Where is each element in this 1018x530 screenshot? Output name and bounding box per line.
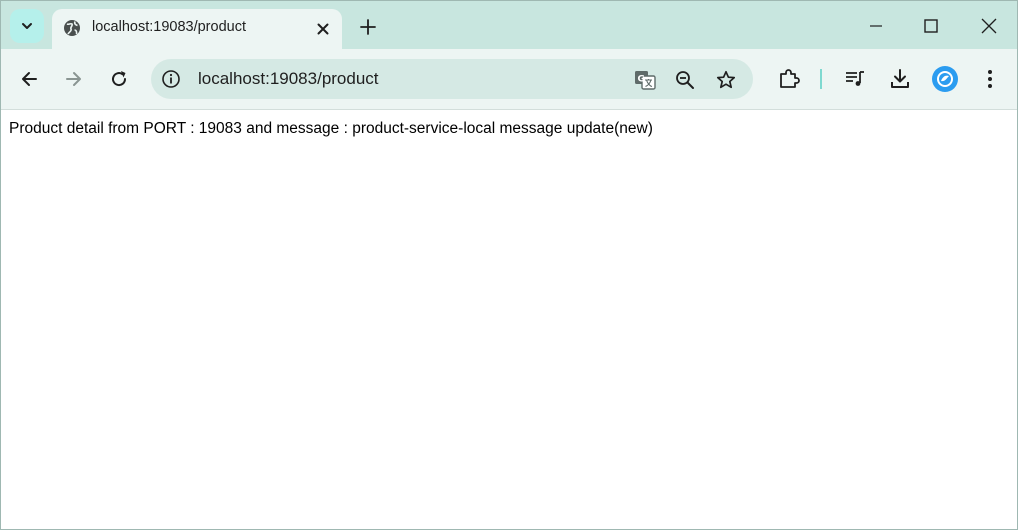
tab-close-button[interactable] bbox=[311, 17, 335, 41]
tab-strip: localhost:19083/product bbox=[1, 1, 1017, 49]
svg-text:G: G bbox=[638, 75, 645, 85]
close-icon bbox=[317, 23, 329, 35]
menu-button[interactable] bbox=[977, 66, 1003, 92]
address-bar[interactable]: localhost:19083/product G bbox=[151, 59, 753, 99]
product-detail-text: Product detail from PORT : 19083 and mes… bbox=[9, 120, 653, 137]
toolbar-divider bbox=[820, 69, 822, 89]
chevron-down-icon bbox=[20, 19, 34, 33]
arrow-right-icon bbox=[66, 72, 81, 86]
zoom-out-icon[interactable] bbox=[673, 68, 697, 92]
window-close-button[interactable] bbox=[974, 11, 1004, 41]
more-vert-icon bbox=[988, 70, 992, 88]
extensions-button[interactable] bbox=[776, 66, 802, 92]
star-icon[interactable] bbox=[714, 68, 738, 92]
forward-button[interactable] bbox=[61, 66, 87, 92]
tab-search-button[interactable] bbox=[10, 9, 44, 43]
maximize-icon bbox=[924, 19, 938, 33]
back-button[interactable] bbox=[16, 66, 42, 92]
puzzle-icon bbox=[780, 69, 800, 88]
close-icon bbox=[981, 18, 997, 34]
plus-icon bbox=[360, 19, 376, 35]
profile-avatar[interactable] bbox=[932, 66, 958, 92]
toolbar: localhost:19083/product G bbox=[1, 49, 1017, 110]
minimize-icon bbox=[870, 25, 882, 27]
site-info-icon[interactable] bbox=[161, 69, 181, 89]
page-content: Product detail from PORT : 19083 and mes… bbox=[1, 110, 1017, 529]
downloads-button[interactable] bbox=[887, 66, 913, 92]
globe-icon bbox=[62, 18, 82, 38]
browser-window: localhost:19083/product localhost:19083/… bbox=[0, 0, 1018, 530]
maximize-button[interactable] bbox=[916, 11, 946, 41]
tab-active[interactable]: localhost:19083/product bbox=[52, 9, 342, 49]
download-icon bbox=[891, 69, 909, 88]
new-tab-button[interactable] bbox=[355, 14, 381, 40]
reload-button[interactable] bbox=[106, 66, 132, 92]
reload-icon bbox=[112, 71, 127, 87]
profile-icon bbox=[937, 71, 953, 87]
minimize-button[interactable] bbox=[861, 11, 891, 41]
media-control-button[interactable] bbox=[842, 66, 868, 92]
arrow-left-icon bbox=[22, 72, 37, 86]
translate-icon[interactable]: G bbox=[633, 68, 657, 92]
queue-music-icon bbox=[846, 71, 864, 86]
tab-title: localhost:19083/product bbox=[92, 19, 246, 35]
url-text[interactable]: localhost:19083/product bbox=[198, 69, 379, 89]
